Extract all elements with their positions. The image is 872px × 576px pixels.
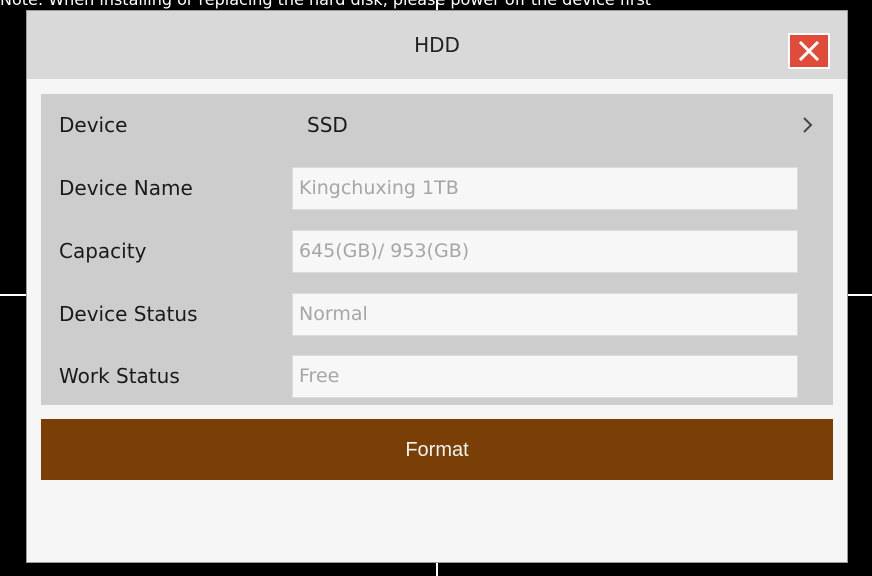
capacity-field: 645(GB)/ 953(GB) xyxy=(292,230,798,273)
dialog-titlebar: HDD xyxy=(27,11,847,79)
work-status-row: Work Status Free xyxy=(41,345,833,407)
hdd-dialog: HDD Device SSD Device Name Kingchuxing 1… xyxy=(26,10,848,563)
work-status-label: Work Status xyxy=(59,364,180,388)
capacity-row: Capacity 645(GB)/ 953(GB) xyxy=(41,220,833,282)
dialog-title: HDD xyxy=(414,33,460,57)
device-name-field: Kingchuxing 1TB xyxy=(292,167,798,210)
device-row[interactable]: Device SSD xyxy=(41,94,833,156)
device-name-label: Device Name xyxy=(59,176,193,200)
screen: Note: When installing or replacing the h… xyxy=(0,0,872,576)
work-status-field: Free xyxy=(292,355,798,398)
close-button[interactable] xyxy=(788,33,830,69)
device-label: Device xyxy=(59,113,128,137)
device-status-row: Device Status Normal xyxy=(41,283,833,345)
device-value: SSD xyxy=(307,113,348,137)
device-status-label: Device Status xyxy=(59,302,198,326)
format-button[interactable]: Format xyxy=(41,419,833,480)
device-name-row: Device Name Kingchuxing 1TB xyxy=(41,157,833,219)
device-status-field: Normal xyxy=(292,293,798,336)
capacity-label: Capacity xyxy=(59,239,147,263)
chevron-right-icon[interactable] xyxy=(801,116,815,134)
close-icon xyxy=(798,40,820,62)
hdd-info-panel: Device SSD Device Name Kingchuxing 1TB C… xyxy=(41,94,833,405)
